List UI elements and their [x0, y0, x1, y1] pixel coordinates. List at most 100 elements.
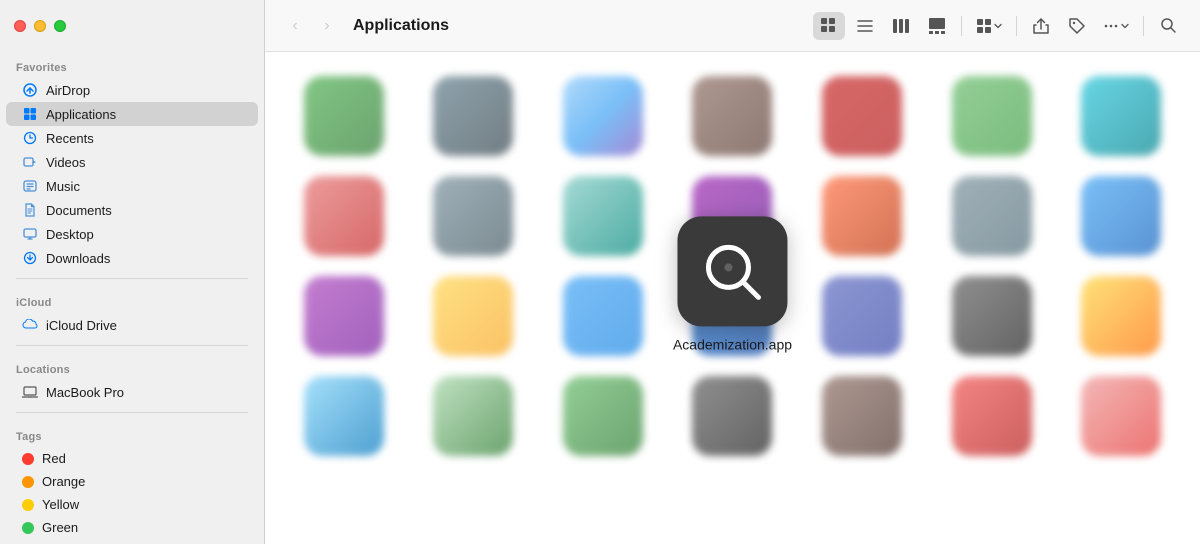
- sidebar-item-label: Yellow: [42, 497, 79, 512]
- sidebar-item-label: Applications: [46, 107, 116, 122]
- applications-icon: [22, 106, 38, 122]
- sidebar-item-tag-red[interactable]: Red: [6, 447, 258, 470]
- sidebar-item-label: Green: [42, 520, 78, 535]
- list-item[interactable]: [1081, 376, 1161, 456]
- view-list-button[interactable]: [849, 12, 881, 40]
- close-button[interactable]: [14, 20, 26, 32]
- sidebar-item-label: Music: [46, 179, 80, 194]
- list-item[interactable]: [952, 376, 1032, 456]
- sidebar-item-label: Orange: [42, 474, 85, 489]
- list-item[interactable]: [692, 76, 772, 156]
- list-item[interactable]: [1081, 276, 1161, 356]
- sidebar-divider-3: [16, 412, 248, 413]
- sidebar-item-tag-green[interactable]: Green: [6, 516, 258, 539]
- sidebar-item-recents[interactable]: Recents: [6, 126, 258, 150]
- icloud-icon: [22, 317, 38, 333]
- list-item[interactable]: [822, 176, 902, 256]
- orange-tag-dot: [22, 476, 34, 488]
- list-item[interactable]: [433, 176, 513, 256]
- view-gallery-button[interactable]: [921, 12, 953, 40]
- list-item[interactable]: [822, 276, 902, 356]
- forward-button[interactable]: ›: [313, 12, 341, 40]
- recents-icon: [22, 130, 38, 146]
- sidebar-item-label: Red: [42, 451, 66, 466]
- toolbar-divider-1: [961, 16, 962, 36]
- list-item[interactable]: [433, 276, 513, 356]
- sidebar-item-applications[interactable]: Applications: [6, 102, 258, 126]
- list-item[interactable]: [952, 76, 1032, 156]
- list-item[interactable]: [692, 376, 772, 456]
- laptop-icon: [22, 384, 38, 400]
- sidebar-item-label: AirDrop: [46, 83, 90, 98]
- yellow-tag-dot: [22, 499, 34, 511]
- tag-button[interactable]: [1061, 12, 1093, 40]
- list-item[interactable]: [563, 376, 643, 456]
- list-item[interactable]: [304, 76, 384, 156]
- sidebar-item-airdrop[interactable]: AirDrop: [6, 78, 258, 102]
- list-item[interactable]: [1081, 76, 1161, 156]
- sidebar-item-label: iCloud Drive: [46, 318, 117, 333]
- sidebar-item-label: Downloads: [46, 251, 110, 266]
- favorites-section-header: Favorites: [0, 52, 264, 78]
- share-button[interactable]: [1025, 12, 1057, 40]
- sidebar-item-tag-orange[interactable]: Orange: [6, 470, 258, 493]
- list-item[interactable]: [433, 376, 513, 456]
- minimize-button[interactable]: [34, 20, 46, 32]
- search-button[interactable]: [1152, 12, 1184, 40]
- list-item[interactable]: [304, 276, 384, 356]
- toolbar-divider-2: [1016, 16, 1017, 36]
- sidebar-item-videos[interactable]: Videos: [6, 150, 258, 174]
- list-item[interactable]: [952, 276, 1032, 356]
- locations-section-header: Locations: [0, 354, 264, 380]
- music-icon: [22, 178, 38, 194]
- list-item[interactable]: [304, 176, 384, 256]
- focused-app-icon: [677, 216, 787, 326]
- videos-icon: [22, 154, 38, 170]
- chevron-down-icon: [994, 22, 1002, 30]
- list-item[interactable]: [1081, 176, 1161, 256]
- list-item[interactable]: [433, 76, 513, 156]
- sidebar-divider-1: [16, 278, 248, 279]
- more-button[interactable]: [1097, 12, 1135, 40]
- sidebar-item-tag-yellow[interactable]: Yellow: [6, 493, 258, 516]
- toolbar-actions: [813, 12, 1184, 40]
- sidebar-item-documents[interactable]: Documents: [6, 198, 258, 222]
- toolbar: ‹ › Applications: [265, 0, 1200, 52]
- list-item[interactable]: [822, 76, 902, 156]
- sidebar-item-desktop[interactable]: Desktop: [6, 222, 258, 246]
- sidebar-item-label: Desktop: [46, 227, 94, 242]
- view-columns-button[interactable]: [885, 12, 917, 40]
- green-tag-dot: [22, 522, 34, 534]
- sidebar-item-music[interactable]: Music: [6, 174, 258, 198]
- documents-icon: [22, 202, 38, 218]
- list-item[interactable]: [822, 376, 902, 456]
- back-button[interactable]: ‹: [281, 12, 309, 40]
- focused-app-name: Academization.app: [673, 336, 792, 352]
- list-item[interactable]: [563, 176, 643, 256]
- red-tag-dot: [22, 453, 34, 465]
- list-item[interactable]: [563, 76, 643, 156]
- sidebar-item-icloud-drive[interactable]: iCloud Drive: [6, 313, 258, 337]
- view-icons-button[interactable]: [813, 12, 845, 40]
- sidebar-item-downloads[interactable]: Downloads: [6, 246, 258, 270]
- main-content: ‹ › Applications: [265, 0, 1200, 544]
- group-button[interactable]: [970, 12, 1008, 40]
- tags-section-header: Tags: [0, 421, 264, 447]
- content-area[interactable]: Academization.app: [265, 52, 1200, 544]
- maximize-button[interactable]: [54, 20, 66, 32]
- sidebar-divider-2: [16, 345, 248, 346]
- icloud-section-header: iCloud: [0, 287, 264, 313]
- desktop-icon: [22, 226, 38, 242]
- list-item[interactable]: [952, 176, 1032, 256]
- sidebar-item-label: MacBook Pro: [46, 385, 124, 400]
- list-item[interactable]: [563, 276, 643, 356]
- focused-app[interactable]: Academization.app: [673, 216, 792, 352]
- downloads-icon: [22, 250, 38, 266]
- nav-buttons: ‹ ›: [281, 12, 341, 40]
- sidebar-item-label: Documents: [46, 203, 112, 218]
- sidebar: Favorites AirDrop Applications: [0, 0, 265, 544]
- toolbar-divider-3: [1143, 16, 1144, 36]
- toolbar-title: Applications: [353, 17, 449, 35]
- sidebar-item-macbook-pro[interactable]: MacBook Pro: [6, 380, 258, 404]
- list-item[interactable]: [304, 376, 384, 456]
